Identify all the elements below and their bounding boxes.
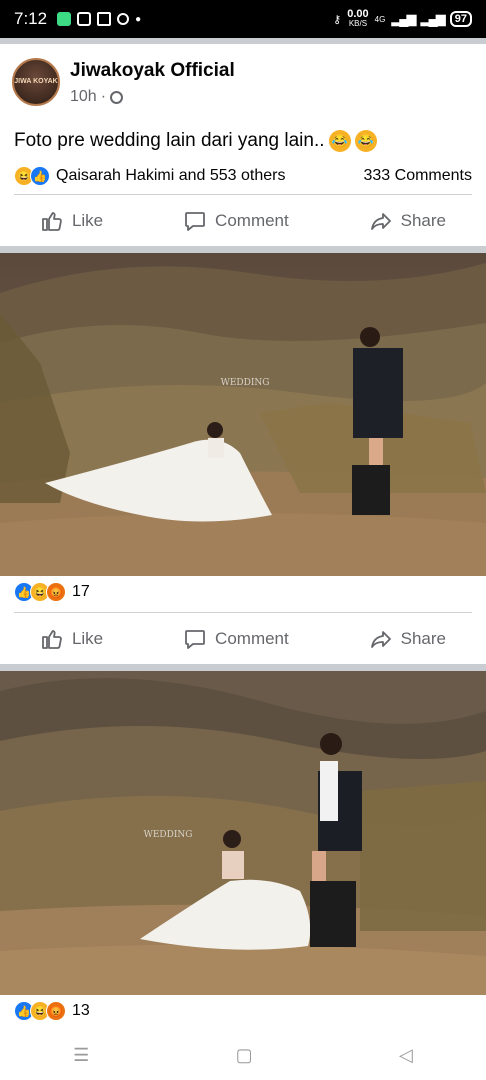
comment-label: Comment: [215, 211, 289, 230]
signal-icon: ▂▄▆: [391, 11, 416, 26]
comment-label: Comment: [215, 629, 289, 648]
comment-icon: [185, 212, 205, 231]
share-button[interactable]: Share: [369, 627, 446, 651]
avatar-text: JIWA KOYAK: [14, 78, 58, 85]
like-label: Like: [71, 629, 104, 648]
reactions-names[interactable]: Qaisarah Hakimi and 553 others: [56, 167, 285, 185]
angry-reaction-icon: 😡: [46, 1001, 66, 1021]
post-caption: Foto pre wedding lain dari yang lain.. 😂…: [14, 130, 377, 152]
globe-icon: [110, 90, 124, 104]
battery-icon: 97: [449, 11, 472, 27]
rofl-emoji-icon: 😂: [328, 130, 351, 152]
separator: [0, 246, 486, 253]
post-meta: 10h ·: [70, 88, 124, 106]
separator: [0, 664, 486, 671]
net-speed-unit: KB/S: [348, 19, 368, 28]
net-speed-value: 0.00: [347, 8, 369, 20]
divider: [14, 612, 472, 613]
share-label: Share: [400, 211, 447, 230]
action-bar: Like Comment Share: [0, 614, 486, 664]
dot-separator: ·: [100, 88, 107, 105]
photo-watermark: WEDDING: [221, 378, 270, 388]
comments-count[interactable]: 333 Comments: [364, 167, 473, 185]
status-right: ⚷ 0.00 KB/S 4G ▂▄▆ ▂▄▆ 97: [333, 9, 472, 29]
photo-1-reaction-count: 17: [72, 583, 90, 600]
back-icon[interactable]: ◁: [399, 1045, 413, 1066]
system-nav-bar: ☰ ▢ ◁: [0, 1030, 486, 1080]
avatar[interactable]: JIWA KOYAK: [12, 58, 60, 106]
comment-button[interactable]: Comment: [183, 627, 289, 651]
post-time[interactable]: 10h: [70, 88, 97, 106]
thumbs-up-icon: [42, 630, 62, 649]
network-type: 4G: [374, 14, 386, 24]
home-icon[interactable]: ▢: [236, 1045, 253, 1066]
status-bar: 7:12 ● ⚷ 0.00 KB/S 4G ▂▄▆ ▂▄▆ 97: [0, 0, 486, 38]
page-name[interactable]: Jiwakoyak Official: [70, 60, 235, 82]
photo-2-reaction-count: 13: [72, 1002, 90, 1019]
photo-watermark: WEDDING: [144, 830, 193, 840]
post-reactions-row[interactable]: 😆 👍 Qaisarah Hakimi and 553 others 333 C…: [14, 164, 472, 188]
like-button[interactable]: Like: [40, 627, 103, 651]
wedding-photo-1: WEDDING: [0, 253, 486, 576]
post-header: JIWA KOYAK Jiwakoyak Official 10h ·: [0, 44, 486, 118]
caption-text: Foto pre wedding lain dari yang lain..: [14, 130, 325, 151]
face-icon: [117, 13, 130, 25]
share-icon: [370, 213, 391, 230]
share-icon: [370, 631, 391, 648]
instagram-icon: [77, 12, 92, 26]
more-notifications-icon: ●: [135, 13, 142, 25]
photo-2-reactions[interactable]: 👍 😆 😡 13: [14, 1001, 90, 1021]
wedding-photo-2: WEDDING: [0, 671, 486, 995]
photo-1-reactions[interactable]: 👍 😆 😡 17: [14, 582, 90, 602]
net-speed: 0.00 KB/S: [347, 9, 368, 29]
action-bar: Like Comment Share: [0, 196, 486, 246]
divider: [14, 194, 472, 195]
recent-apps-icon[interactable]: ☰: [73, 1045, 89, 1066]
post-photo-2[interactable]: WEDDING: [0, 671, 486, 995]
like-reaction-icon: 👍: [30, 166, 50, 186]
gallery-icon: [97, 12, 112, 26]
comment-icon: [185, 630, 205, 649]
share-label: Share: [400, 629, 447, 648]
like-button[interactable]: Like: [40, 209, 103, 233]
post-photo-1[interactable]: WEDDING: [0, 253, 486, 576]
like-label: Like: [71, 211, 104, 230]
angry-reaction-icon: 😡: [46, 582, 66, 602]
rofl-emoji-icon: 😂: [354, 130, 377, 152]
signal-icon-2: ▂▄▆: [420, 11, 446, 26]
app-notification-icon: [57, 12, 72, 26]
vpn-key-icon: ⚷: [333, 13, 342, 26]
thumbs-up-icon: [42, 212, 62, 231]
status-time: 7:12: [14, 9, 48, 28]
comment-button[interactable]: Comment: [183, 209, 289, 233]
share-button[interactable]: Share: [369, 209, 446, 233]
